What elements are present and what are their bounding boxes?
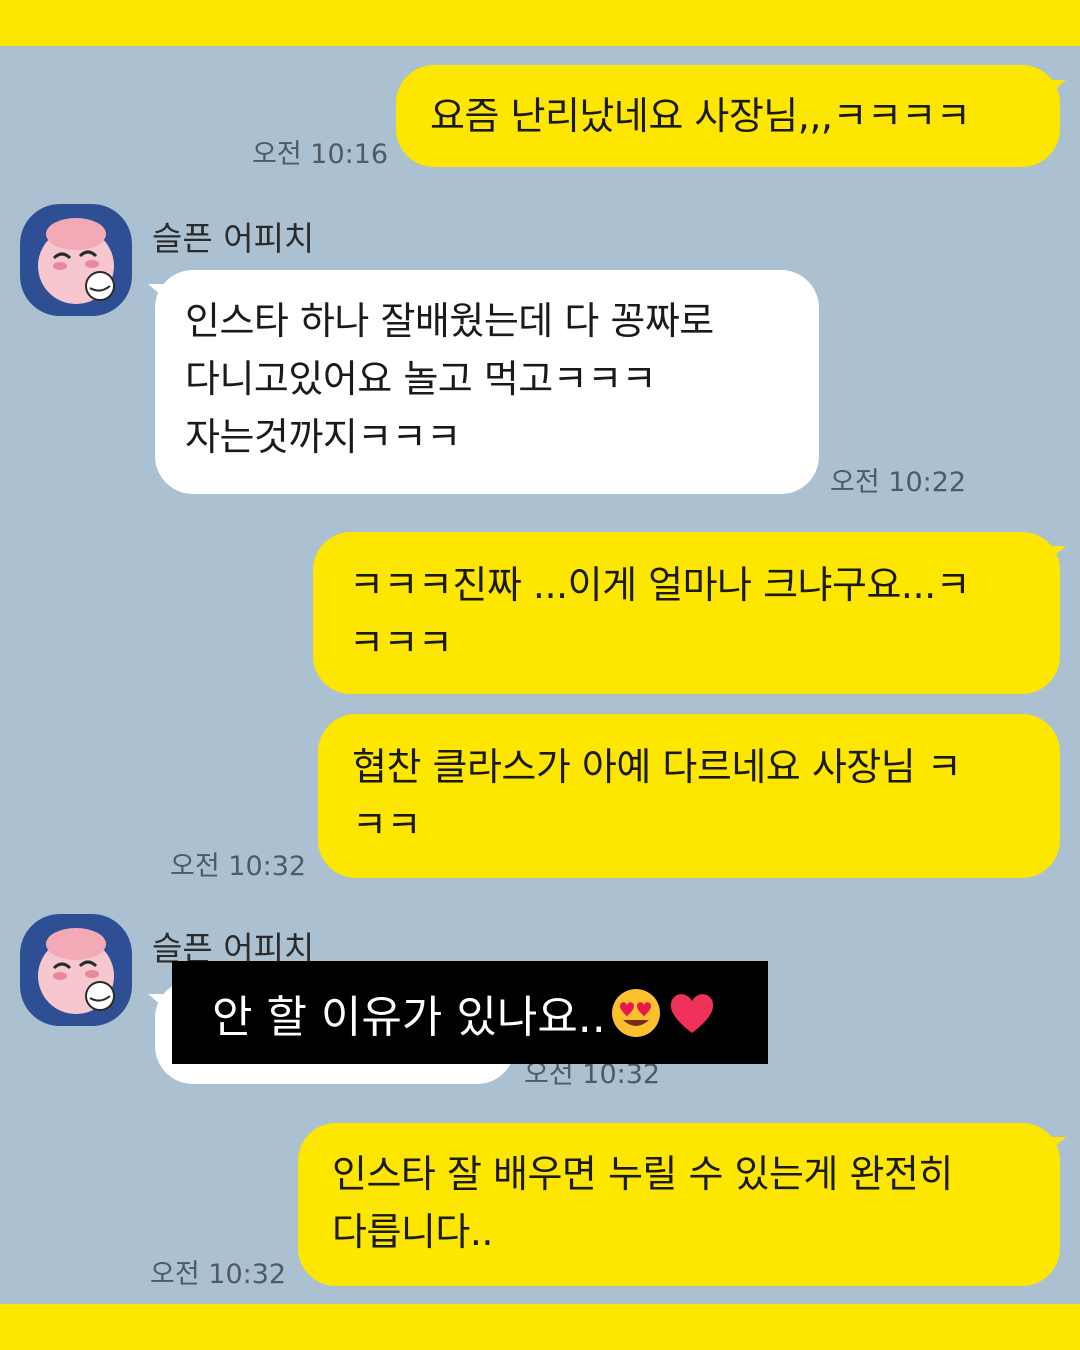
bubble-tail: [1040, 80, 1066, 102]
message-line: 자는것까지ㅋㅋㅋ: [185, 415, 461, 459]
other-message-bubble[interactable]: 인스타 하나 잘배웠는데 다 꽁짜로 다니고있어요 놀고 먹고ㅋㅋㅋ 자는것까지…: [155, 270, 819, 494]
heart-eyes-emoji-icon: [611, 988, 660, 1037]
chat-area[interactable]: 요즘 난리났네요 사장님,,,ㅋㅋㅋㅋ 오전 10:16 슬픈 어피치 인스타 …: [0, 46, 1080, 1304]
message-line: ㅋㅋㅋ: [349, 621, 453, 665]
message-line: 다니고있어요 놀고 먹고ㅋㅋㅋ: [185, 357, 657, 401]
profile-avatar[interactable]: [20, 204, 132, 316]
bubble-tail: [148, 994, 174, 1016]
message-line: 협찬 클라스가 아예 다르네요 사장님 ㅋ: [352, 745, 962, 789]
message-line: ㅋㅋ: [352, 803, 421, 847]
my-message-bubble[interactable]: 요즘 난리났네요 사장님,,,ㅋㅋㅋㅋ: [396, 65, 1060, 167]
message-time: 오전 10:22: [830, 467, 967, 498]
profile-avatar[interactable]: [20, 914, 132, 1026]
message-line: ㅋㅋㅋ진짜 ...이게 얼마나 크냐구요...ㅋ: [349, 563, 971, 607]
apeach-avatar-icon: [38, 928, 115, 1014]
message-line: 인스타 하나 잘배웠는데 다 꽁짜로: [185, 299, 714, 343]
sender-name: 슬픈 어피치: [152, 219, 315, 258]
my-message-bubble[interactable]: 협찬 클라스가 아예 다르네요 사장님 ㅋ ㅋㅋ: [318, 714, 1060, 878]
message-time: 오전 10:32: [150, 1259, 287, 1290]
bubble-tail: [1040, 546, 1066, 568]
message-time: 오전 10:16: [252, 139, 389, 170]
my-message-bubble[interactable]: 인스타 잘 배우면 누릴 수 있는게 완전히 다릅니다..: [298, 1123, 1060, 1286]
red-heart-emoji-icon: [670, 993, 713, 1033]
bottom-frame: [0, 1304, 1080, 1350]
message-line: 다릅니다..: [332, 1210, 494, 1254]
caption-text: 안 할 이유가 있나요..: [212, 991, 606, 1043]
bubble-tail: [1040, 1137, 1066, 1159]
my-message-bubble[interactable]: ㅋㅋㅋ진짜 ...이게 얼마나 크냐구요...ㅋ ㅋㅋㅋ: [313, 532, 1060, 694]
caption-overlay: 안 할 이유가 있나요..: [172, 961, 768, 1064]
message-text: 요즘 난리났네요 사장님,,,ㅋㅋㅋㅋ: [430, 94, 971, 138]
message-time: 오전 10:32: [170, 851, 307, 882]
bubble-tail: [148, 284, 174, 306]
apeach-avatar-icon: [38, 218, 115, 304]
message-line: 인스타 잘 배우면 누릴 수 있는게 완전히: [332, 1152, 953, 1196]
